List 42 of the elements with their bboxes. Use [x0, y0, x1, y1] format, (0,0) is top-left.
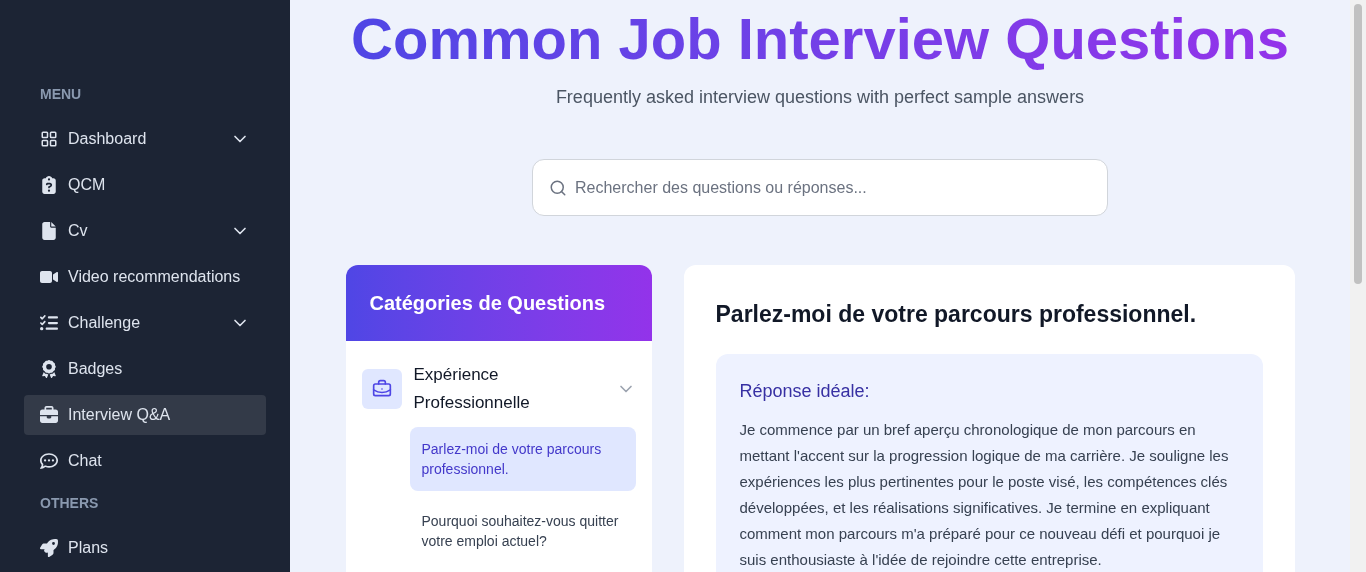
section-heading: MENU: [39, 85, 83, 104]
page-subtitle: Frequently asked interview questions with perfect sample answers: [555, 86, 1085, 109]
question-title: Parlez-moi de votre parcours professionnel.: [715, 300, 1198, 329]
award-icon: [40, 360, 58, 378]
video-camera-icon: [40, 268, 58, 286]
clipboard-icon: [40, 176, 58, 194]
nav-label: Interview Q&A: [68, 405, 172, 425]
grid-icon: [40, 130, 58, 148]
briefcase-icon: [40, 406, 58, 424]
nav-label: Chat: [68, 451, 103, 471]
nav-label: Plans: [68, 538, 110, 558]
nav-item[interactable]: Plans: [24, 528, 266, 568]
file-icon: [40, 222, 58, 240]
checklist-icon: [40, 314, 58, 332]
nav-item[interactable]: Video recommendations: [24, 257, 266, 297]
nav-item[interactable]: Interview Q&A: [24, 395, 266, 435]
nav-item[interactable]: QCM: [24, 165, 266, 205]
nav-item[interactable]: Challenge: [24, 303, 266, 343]
category-label: Expérience Professionnelle: [413, 364, 531, 414]
nav-label: QCM: [68, 175, 107, 195]
search-field[interactable]: Rechercher des questions ou réponses...: [532, 159, 1108, 216]
nav-item[interactable]: Dashboard: [24, 119, 266, 159]
chat-icon: [40, 452, 58, 470]
nav-label: Badges: [68, 359, 124, 379]
section-heading: OTHERS: [39, 494, 100, 513]
search-input[interactable]: Rechercher des questions ou réponses...: [575, 175, 1091, 200]
answer-label: Réponse idéale:: [739, 379, 871, 403]
nav-item[interactable]: Badges: [24, 349, 266, 389]
answer-text: Je commence par un bref aperçu chronologique de mon parcours en mettant l'accent sur la progression logique de ma carrière. Je souligne les expériences les plus pertinentes pour le poste visé, les compétences clés développées, et les réalisations significatives. Je termine en expliquant comment mon parcours m'a préparé pour ce nouveau défi et pourquoi je suis enthousiaste à l'idée de rejoindre cette entreprise.: [739, 419, 1230, 570]
briefcase-icon: [371, 379, 392, 399]
nav-label: Cv: [68, 221, 89, 241]
category-toggle[interactable]: Expérience Professionnelle: [361, 361, 636, 417]
card-title: Catégories de Questions: [369, 291, 606, 316]
question-item[interactable]: Pourquoi souhaitez-vous quitter votre emploi actuel?: [409, 499, 636, 563]
question-item[interactable]: Parlez-moi de votre parcours professionnel.: [409, 427, 636, 491]
nav-item[interactable]: Chat: [24, 441, 266, 481]
nav-item[interactable]: Cv: [24, 211, 266, 251]
rocket-icon: [40, 539, 58, 557]
search-icon: [549, 178, 567, 197]
nav-label: Challenge: [68, 313, 142, 333]
nav-label: Dashboard: [68, 129, 148, 149]
nav-label: Video recommendations: [68, 267, 242, 287]
